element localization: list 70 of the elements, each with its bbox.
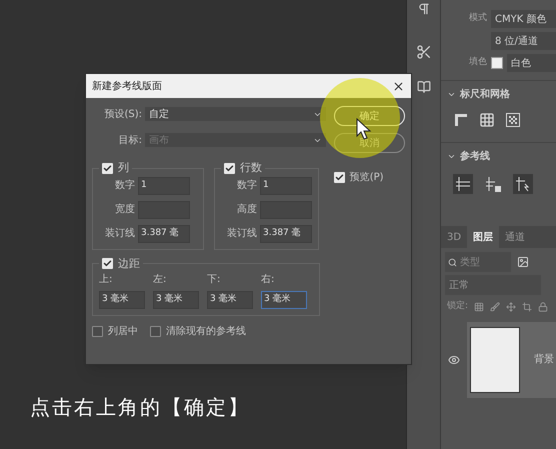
group-label: 列	[118, 160, 129, 176]
guides-icon[interactable]	[453, 174, 473, 194]
input-field[interactable]: 3 毫米	[99, 291, 145, 309]
field-label: 目标:	[118, 134, 142, 148]
checkbox-label: 预览(P)	[350, 171, 384, 185]
lock-label: 锁定:	[447, 300, 468, 313]
color-swatch[interactable]	[491, 57, 503, 69]
dropdown[interactable]: 8 位/通道	[491, 32, 556, 50]
field-label: 高度	[236, 202, 257, 217]
section-title: 标尺和网格	[460, 88, 510, 102]
field-label: 数字	[236, 178, 257, 193]
checkbox[interactable]	[92, 326, 103, 337]
property-label: 模式	[468, 12, 487, 26]
scissors-icon[interactable]	[416, 44, 432, 60]
dropdown[interactable]: 白色	[507, 54, 556, 72]
checkbox[interactable]	[102, 258, 113, 270]
video-caption: 点击右上角的【确定】	[30, 394, 250, 421]
checkbox-label: 列居中	[108, 324, 138, 339]
input-field[interactable]: 3.387 毫	[138, 224, 190, 242]
panel-tab[interactable]: 3D	[441, 226, 468, 248]
brush-icon[interactable]	[490, 302, 500, 312]
checkbox[interactable]	[102, 162, 113, 174]
input-field[interactable]: 3 毫米	[261, 291, 307, 309]
crop-icon[interactable]	[522, 302, 532, 312]
checkbox-label: 清除现有的参考线	[166, 324, 246, 339]
ruler-icon[interactable]	[453, 112, 469, 128]
section-title: 参考线	[460, 150, 490, 164]
input-field[interactable]: 1	[260, 176, 312, 194]
input-field[interactable]: 3.387 毫	[260, 224, 312, 242]
layer-row[interactable]: 背景	[467, 322, 556, 398]
dropdown[interactable]: 正常	[445, 275, 541, 295]
locked-guides-icon[interactable]	[483, 174, 503, 194]
eye-icon[interactable]	[448, 354, 460, 366]
chevron-icon[interactable]	[447, 152, 456, 161]
dropdown[interactable]: 自定	[145, 107, 326, 121]
move-icon[interactable]	[506, 302, 516, 312]
field-label: 上:	[99, 272, 114, 287]
field-label: 数字	[114, 178, 135, 193]
search-icon	[448, 258, 457, 266]
chevron-icon[interactable]	[447, 90, 456, 99]
property-label: 填色	[468, 56, 487, 70]
smart-guides-icon[interactable]	[513, 174, 533, 194]
layer-thumbnail	[470, 326, 520, 392]
field-label: 下:	[207, 273, 222, 287]
field-label: 预设(S):	[103, 108, 142, 122]
field-label: 右:	[261, 273, 276, 287]
input-field[interactable]: 3 毫米	[207, 291, 253, 309]
field-label: 左:	[153, 273, 168, 287]
lock-icon[interactable]	[538, 302, 548, 312]
book-icon[interactable]	[416, 80, 430, 94]
field-label: 装订线	[226, 226, 257, 241]
pilcrow-icon[interactable]	[416, 2, 430, 16]
close-icon[interactable]	[392, 80, 405, 92]
checkbox[interactable]	[150, 326, 161, 337]
input-field[interactable]: 1	[138, 176, 190, 194]
window-title: 新建参考线版面	[92, 80, 162, 94]
group-label: 边距	[118, 256, 140, 272]
field-label: 装订线	[104, 226, 135, 241]
checkbox[interactable]	[224, 162, 235, 174]
layer-name: 背景	[534, 352, 554, 367]
input-field[interactable]: 3 毫米	[153, 291, 199, 309]
pixel-grid-icon[interactable]	[505, 112, 521, 128]
field-label: 宽度	[114, 202, 135, 217]
checkbox[interactable]	[334, 172, 345, 183]
dropdown[interactable]: CMYK 颜色	[491, 10, 556, 28]
panel-tab[interactable]: 通道	[499, 226, 532, 248]
grid-icon[interactable]	[479, 112, 495, 128]
panel-tab[interactable]: 图层	[467, 226, 500, 248]
group-label: 行数	[240, 160, 262, 176]
image-icon[interactable]	[517, 256, 529, 268]
